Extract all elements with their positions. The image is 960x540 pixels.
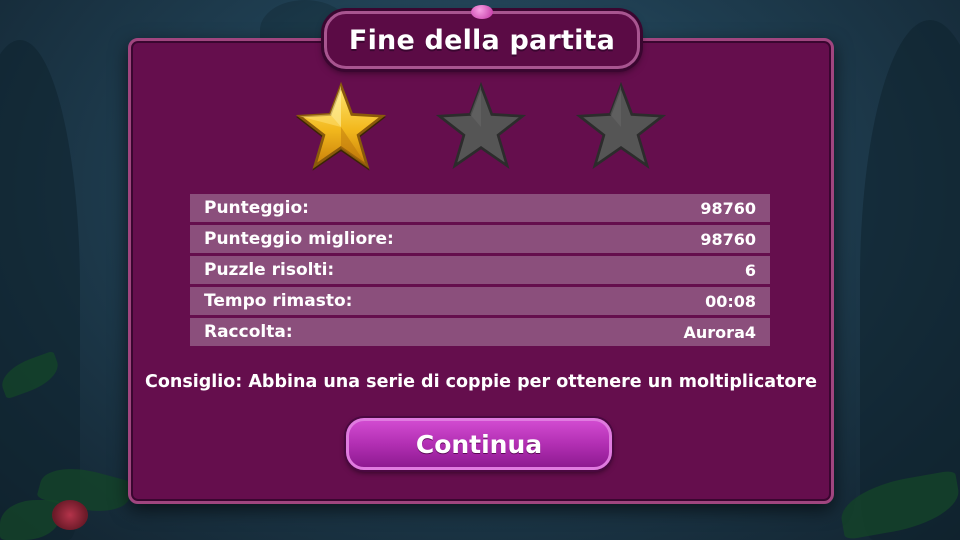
game-over-screen: Fine della partita Punteggio: 98760 Punt… [0,0,960,540]
background-tree [0,40,80,540]
continue-button[interactable]: Continua [346,418,612,470]
stat-value: 98760 [700,229,756,249]
stat-value: 00:08 [705,291,756,311]
stat-row-best-score: Punteggio migliore: 98760 [190,225,770,253]
background-tree [860,20,960,540]
star-filled-icon [296,82,386,172]
background-flower [52,500,88,530]
stat-row-puzzles-solved: Puzzle risolti: 6 [190,256,770,284]
title-banner: Fine della partita [324,5,640,69]
star-empty-icon [436,82,526,172]
star-empty-icon [576,82,666,172]
hint-text: Consiglio: Abbina una serie di coppie pe… [145,372,817,392]
stat-label: Punteggio: [204,198,309,218]
gem-icon [471,5,493,19]
stat-label: Raccolta: [204,322,293,342]
stat-value: 6 [744,260,756,280]
stat-label: Puzzle risolti: [204,260,335,280]
dialog-title: Fine della partita [348,24,616,56]
stat-row-score: Punteggio: 98760 [190,194,770,222]
stat-value: 98760 [700,198,756,218]
stat-label: Tempo rimasto: [204,291,353,311]
stat-row-time-left: Tempo rimasto: 00:08 [190,287,770,315]
stat-row-collection: Raccolta: Aurora4 [190,318,770,346]
stat-value: Aurora4 [683,322,756,342]
star-rating [128,82,828,176]
stats-table: Punteggio: 98760 Punteggio migliore: 987… [190,194,770,349]
stat-label: Punteggio migliore: [204,229,394,249]
